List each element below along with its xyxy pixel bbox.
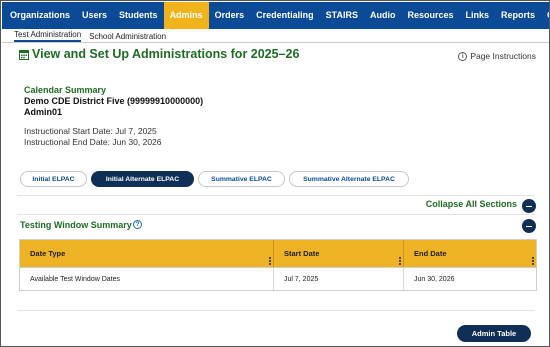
nav-admins[interactable]: Admins (163, 2, 209, 29)
column-header-label: Start Date (284, 249, 320, 258)
tab-summative-elpac[interactable]: Summative ELPAC (198, 171, 285, 187)
instructional-start-date: Instructional Start Date: Jul 7, 2025 (24, 126, 157, 136)
table-row: Available Test Window Dates Jul 7, 2025 … (20, 267, 536, 290)
column-header-label: Date Type (30, 249, 66, 258)
divider (17, 214, 535, 215)
table-cell-start-date: Jul 7, 2025 (274, 268, 404, 290)
column-header-start-date: Start Date (274, 240, 404, 267)
tab-summative-alternate-elpac[interactable]: Summative Alternate ELPAC (289, 171, 409, 187)
nav-students[interactable]: Students (113, 2, 164, 29)
nav-audio[interactable]: Audio (364, 2, 402, 29)
divider (17, 195, 535, 196)
divider (17, 310, 535, 311)
calendar-summary-heading: Calendar Summary (24, 85, 107, 95)
tab-initial-elpac[interactable]: Initial ELPAC (20, 171, 87, 187)
collapse-all-icon[interactable] (522, 199, 536, 213)
column-header-date-type: Date Type (20, 240, 274, 267)
subnav-school-administration[interactable]: School Administration (89, 32, 166, 42)
tab-initial-alternate-elpac[interactable]: Initial Alternate ELPAC (91, 171, 194, 187)
nav-stairs[interactable]: STAIRS (320, 2, 364, 29)
table-cell-date-type: Available Test Window Dates (20, 268, 274, 290)
sub-navigation: Test Administration School Administratio… (2, 29, 549, 43)
page-instructions-label: Page Instructions (470, 51, 536, 61)
info-icon: i (458, 51, 468, 61)
testing-window-table: Date Type Start Date End Date Available … (19, 239, 537, 291)
testing-window-summary-heading: Testing Window Summary (20, 220, 132, 230)
nav-organizations[interactable]: Organizations (4, 2, 76, 29)
nav-reports[interactable]: Reports (495, 2, 541, 29)
nav-cars[interactable]: CARS (541, 2, 549, 29)
column-menu-icon[interactable] (399, 257, 401, 265)
admin-table-button[interactable]: Admin Table (457, 325, 531, 342)
admin-name: Admin01 (24, 107, 63, 117)
top-navigation: Organizations Users Students Admins Orde… (2, 2, 549, 29)
nav-credentialing[interactable]: Credentialing (250, 2, 320, 29)
page-instructions-link[interactable]: i Page Instructions (458, 51, 536, 61)
nav-orders[interactable]: Orders (209, 2, 251, 29)
instructional-end-date: Instructional End Date: Jun 30, 2026 (24, 137, 162, 147)
collapse-section-icon[interactable] (522, 219, 536, 233)
subnav-test-administration[interactable]: Test Administration (14, 30, 82, 42)
column-header-label: End Date (414, 249, 447, 258)
column-header-end-date: End Date (404, 240, 536, 267)
assessment-tabs: Initial ELPAC Initial Alternate ELPAC Su… (20, 171, 413, 187)
page-frame: Organizations Users Students Admins Orde… (0, 0, 550, 347)
page-title: View and Set Up Administrations for 2025… (32, 47, 300, 61)
table-header-row: Date Type Start Date End Date (20, 240, 536, 267)
calendar-icon (19, 50, 29, 60)
collapse-all-sections-link[interactable]: Collapse All Sections (426, 199, 517, 209)
nav-resources[interactable]: Resources (401, 2, 459, 29)
nav-users[interactable]: Users (76, 2, 113, 29)
district-name: Demo CDE District Five (99999910000000) (24, 96, 204, 106)
help-icon[interactable]: ? (133, 220, 142, 229)
column-menu-icon[interactable] (269, 257, 271, 265)
nav-links[interactable]: Links (459, 2, 495, 29)
column-menu-icon[interactable] (532, 257, 534, 265)
table-cell-end-date: Jun 30, 2026 (414, 275, 455, 283)
